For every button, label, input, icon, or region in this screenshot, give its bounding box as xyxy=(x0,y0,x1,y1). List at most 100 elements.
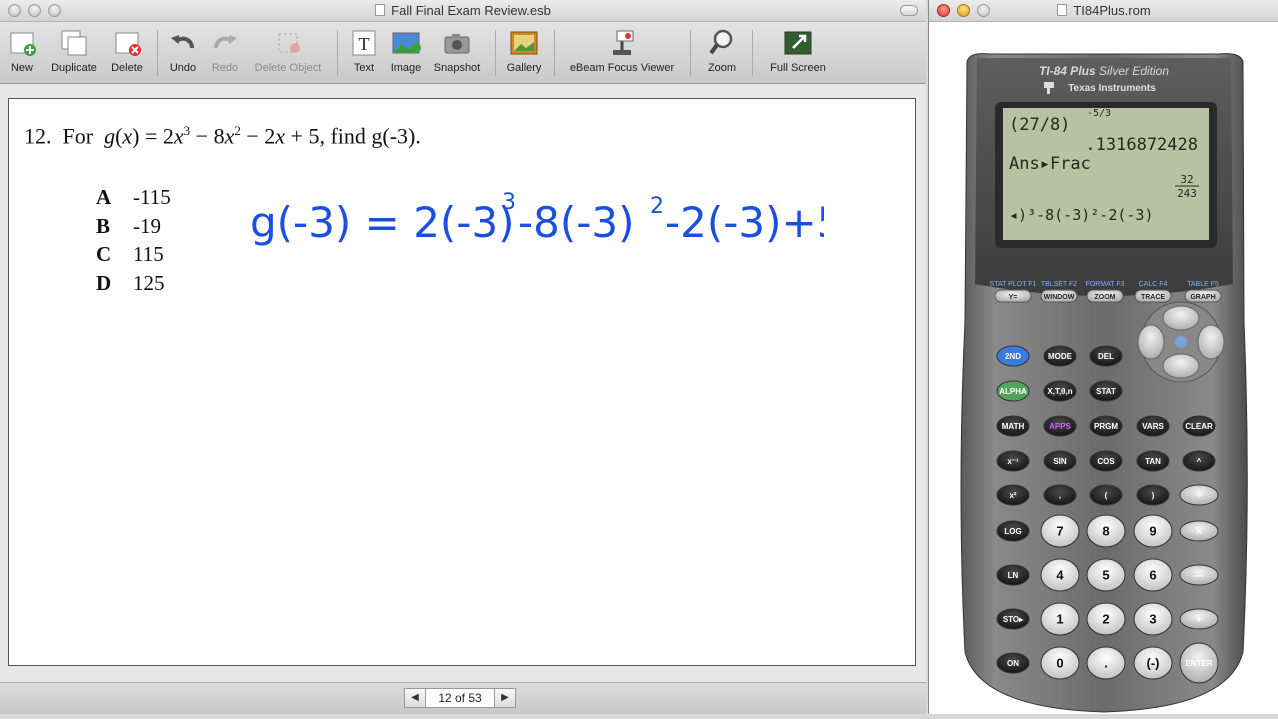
down-arrow-key[interactable] xyxy=(1162,353,1200,379)
svg-text:5: 5 xyxy=(1102,568,1109,583)
next-page-button[interactable]: ▶ xyxy=(494,688,516,708)
key-2[interactable]: 2 xyxy=(1086,602,1126,636)
key-cos[interactable]: COS xyxy=(1089,450,1123,472)
up-arrow-key[interactable] xyxy=(1162,305,1200,331)
key-x[interactable]: x² xyxy=(996,484,1030,506)
key-x-t-n[interactable]: X,T,θ,n xyxy=(1043,380,1077,402)
key-[interactable]: ) xyxy=(1136,484,1170,506)
image-button[interactable]: Image xyxy=(386,28,426,74)
key-clear[interactable]: CLEAR xyxy=(1182,415,1216,437)
toolbar-toggle-button[interactable] xyxy=(900,5,918,16)
svg-text:—: — xyxy=(1194,570,1205,582)
svg-text:x⁻¹: x⁻¹ xyxy=(1007,457,1019,466)
ti84-calculator: TI-84 Plus Silver Edition Texas Instrume… xyxy=(960,53,1248,713)
delete-object-button[interactable]: Delete Object xyxy=(250,28,326,74)
key-vars[interactable]: VARS xyxy=(1136,415,1170,437)
key-[interactable]: , xyxy=(1043,484,1077,506)
key-enter[interactable]: ENTER xyxy=(1179,642,1219,684)
function-key-caption: STAT PLOT F1 xyxy=(990,281,1037,288)
key-9[interactable]: 9 xyxy=(1133,514,1173,548)
key-[interactable]: ^ xyxy=(1182,450,1216,472)
svg-text:-2(-3)+5: -2(-3)+5 xyxy=(665,198,824,247)
delete-button[interactable]: Delete xyxy=(107,28,147,74)
key-3[interactable]: 3 xyxy=(1133,602,1173,636)
svg-text:T: T xyxy=(359,34,370,54)
key-zoom[interactable]: ZOOM xyxy=(1086,289,1124,303)
ebeam-window: Fall Final Exam Review.esb New Duplicate… xyxy=(0,0,926,714)
calculator: TI-84 Plus Silver Edition Texas Instrume… xyxy=(929,22,1278,714)
key-5[interactable]: 5 xyxy=(1086,558,1126,592)
svg-text:×: × xyxy=(1196,526,1202,538)
undo-button[interactable]: Undo xyxy=(167,28,199,74)
camera-icon xyxy=(444,34,470,54)
image-icon xyxy=(392,32,421,54)
redo-button[interactable]: Redo xyxy=(208,28,242,74)
zoom-button[interactable]: Zoom xyxy=(703,28,741,74)
key-2nd[interactable]: 2ND xyxy=(996,345,1030,367)
key-[interactable]: × xyxy=(1179,520,1219,542)
toolbar-separator xyxy=(157,30,158,76)
key-mode[interactable]: MODE xyxy=(1043,345,1077,367)
key-[interactable]: ( xyxy=(1089,484,1123,506)
key-x[interactable]: x⁻¹ xyxy=(996,450,1030,472)
new-button[interactable]: New xyxy=(4,28,40,74)
key-tan[interactable]: TAN xyxy=(1136,450,1170,472)
ebeam-focus-viewer-button[interactable]: eBeam Focus Viewer xyxy=(564,28,680,74)
duplicate-button[interactable]: Duplicate xyxy=(48,28,100,74)
right-arrow-key[interactable] xyxy=(1197,324,1225,360)
key-8[interactable]: 8 xyxy=(1086,514,1126,548)
key-[interactable]: — xyxy=(1179,564,1219,586)
svg-text:0: 0 xyxy=(1056,656,1063,671)
key-math[interactable]: MATH xyxy=(996,415,1030,437)
key-6[interactable]: 6 xyxy=(1133,558,1173,592)
svg-text:4: 4 xyxy=(1056,568,1064,583)
key-ln[interactable]: LN xyxy=(996,564,1030,586)
key-apps[interactable]: APPS xyxy=(1043,415,1077,437)
previous-page-button[interactable]: ◀ xyxy=(404,688,426,708)
svg-text:ALPHA: ALPHA xyxy=(999,387,1027,396)
question-suffix: , find g(-3). xyxy=(319,123,421,149)
whiteboard-page[interactable]: 12. For g(x) = 2x3 − 8x2 − 2x + 5, find … xyxy=(8,98,916,666)
document-icon xyxy=(1057,4,1068,16)
redo-icon xyxy=(214,35,237,49)
svg-text:X,T,θ,n: X,T,θ,n xyxy=(1047,387,1072,396)
key-7[interactable]: 7 xyxy=(1040,514,1080,548)
toolbar-separator xyxy=(690,30,691,76)
key-stat[interactable]: STAT xyxy=(1089,380,1123,402)
calculator-maker: Texas Instruments xyxy=(1068,83,1156,94)
key-del[interactable]: DEL xyxy=(1089,345,1123,367)
key-[interactable]: (-) xyxy=(1133,646,1173,680)
key-sto[interactable]: STO▸ xyxy=(996,608,1030,630)
question-number: 12. xyxy=(24,123,52,149)
svg-text:COS: COS xyxy=(1097,457,1115,466)
key-alpha[interactable]: ALPHA xyxy=(996,380,1030,402)
choice-a: A -115 xyxy=(96,185,171,209)
gallery-button[interactable]: Gallery xyxy=(503,28,545,74)
key-y-[interactable]: Y= xyxy=(994,289,1032,303)
key-on[interactable]: ON xyxy=(996,652,1030,674)
toolbar-separator xyxy=(554,30,555,76)
key-4[interactable]: 4 xyxy=(1040,558,1080,592)
key-prgm[interactable]: PRGM xyxy=(1089,415,1123,437)
text-button[interactable]: T Text xyxy=(348,28,380,74)
key-[interactable]: . xyxy=(1086,646,1126,680)
svg-text:2: 2 xyxy=(650,194,664,219)
left-arrow-key[interactable] xyxy=(1137,324,1165,360)
toolbar-separator xyxy=(337,30,338,76)
canvas-area: 12. For g(x) = 2x3 − 8x2 − 2x + 5, find … xyxy=(0,85,926,682)
document-camera-icon xyxy=(613,30,634,55)
key-sin[interactable]: SIN xyxy=(1043,450,1077,472)
function-key-caption: CALC F4 xyxy=(1139,281,1168,288)
snapshot-button[interactable]: Snapshot xyxy=(430,28,484,74)
key-graph[interactable]: GRAPH xyxy=(1184,289,1222,303)
handwritten-ink[interactable]: g(-3) = 2(-3) 3 -8(-3) 2 -2(-3)+5 xyxy=(244,189,824,259)
full-screen-button[interactable]: Full Screen xyxy=(765,28,831,74)
key-trace[interactable]: TRACE xyxy=(1134,289,1172,303)
key-window[interactable]: WINDOW xyxy=(1040,289,1078,303)
toolbar: New Duplicate Delete Undo Redo Delete Ob… xyxy=(0,22,926,84)
key-log[interactable]: LOG xyxy=(996,520,1030,542)
key-[interactable]: ÷ xyxy=(1179,484,1219,506)
key-1[interactable]: 1 xyxy=(1040,602,1080,636)
key-[interactable]: + xyxy=(1179,608,1219,630)
key-0[interactable]: 0 xyxy=(1040,646,1080,680)
